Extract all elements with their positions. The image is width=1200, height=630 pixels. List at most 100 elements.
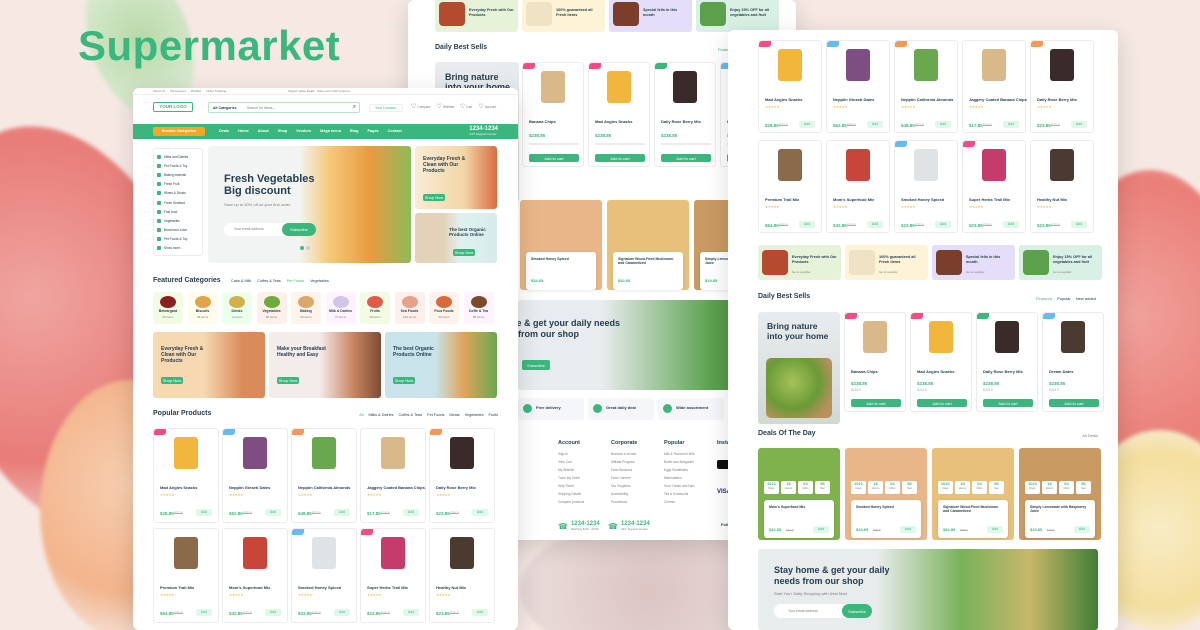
footer-link[interactable]: Tea & Kombucha: [664, 492, 688, 496]
popular-tab[interactable]: Fruits: [489, 413, 499, 417]
back-daily-card[interactable]: Banana Chips $238.85 Add to cart: [522, 62, 584, 167]
product-name[interactable]: Smoked Honey Spiced: [298, 585, 341, 590]
right-daily-card[interactable]: Dream Dates $238.85 $245.8 Add to cart: [1042, 312, 1104, 412]
deal-name[interactable]: Mom's Superfood Mix: [769, 505, 829, 509]
category-card[interactable]: Sea Foods 124 items: [394, 292, 425, 324]
featured-tab[interactable]: Cake & Milk: [231, 279, 251, 283]
category-card[interactable]: Vegetables 56 items: [256, 292, 287, 324]
right-product-card[interactable]: Smoked Honey Spiced ★★★★★ $23.85 $25.8 Add: [894, 140, 958, 233]
sidebar-category[interactable]: Bread and Juice: [157, 226, 199, 235]
back-deal-card[interactable]: Signature Wood-Fired Mushroom and Carame…: [613, 252, 683, 290]
footer-link[interactable]: Affiliate Program: [611, 460, 635, 464]
footer-link[interactable]: Sour Cream and Dips: [664, 484, 695, 488]
product-name[interactable]: Daily Rose Berry Mix: [983, 369, 1023, 374]
footer-link[interactable]: Our Suppliers: [611, 484, 631, 488]
add-button[interactable]: Add: [987, 526, 1003, 533]
featured-tab[interactable]: Pet Foods: [287, 279, 304, 283]
right-product-card[interactable]: Premium Trail Mix ★★★★★ $54.85 $55.8 Add: [758, 140, 822, 233]
category-card[interactable]: Baking 26 items: [291, 292, 321, 324]
product-name[interactable]: Mom's Superfood Mix: [833, 197, 874, 202]
back-daily-card[interactable]: Mad Angles Snacks $238.85 Add to cart: [588, 62, 650, 167]
footer-link[interactable]: Cheese: [664, 500, 675, 504]
product-name[interactable]: Dream Dates: [1049, 369, 1073, 374]
product-name[interactable]: Jaggery Coated Banana Chips: [367, 485, 425, 490]
add-to-cart-button[interactable]: Add to cart: [529, 154, 579, 162]
header-wishlist-button[interactable]: ♡ Wishlist: [437, 103, 454, 110]
right-product-card[interactable]: Mad Angles Snacks ★★★★★ $28.85 $32.8 Add: [758, 40, 822, 133]
category-card[interactable]: Four Foods 39 items: [429, 292, 459, 324]
right-daily-card[interactable]: Mad Angles Snacks $238.85 $245.8 Add to car…: [910, 312, 972, 412]
add-button[interactable]: Add: [813, 526, 829, 533]
product-card[interactable]: Nepplin Ginseti Dates ★★★★★ $52.85 $55.8 Add: [222, 428, 288, 523]
product-name[interactable]: Nepplin California Almonds: [901, 97, 953, 102]
featured-tab[interactable]: Vegetables: [310, 279, 329, 283]
popular-tab[interactable]: All: [359, 413, 363, 417]
browse-categories-button[interactable]: Browse Categories: [153, 127, 205, 136]
add-button[interactable]: Add: [867, 121, 883, 128]
product-name[interactable]: Super Herbs Trail Mix: [367, 585, 408, 590]
product-name[interactable]: Nepplin California Almonds: [298, 485, 350, 490]
product-name[interactable]: Mad Angles Snacks: [917, 369, 954, 374]
add-button[interactable]: Add: [1074, 526, 1090, 533]
sidebar-category[interactable]: Baking material: [157, 170, 199, 179]
right-email-field[interactable]: Your email address Subscribe: [774, 604, 872, 618]
product-card[interactable]: Jaggery Coated Banana Chips ★★★★★ $17.85 $1…: [360, 428, 426, 523]
product-name[interactable]: Daily Rose Berry Mix: [436, 485, 476, 490]
footer-link[interactable]: Help Ticket: [558, 484, 574, 488]
add-button[interactable]: Add: [935, 221, 951, 228]
nav-item[interactable]: About: [258, 129, 269, 133]
add-to-cart-button[interactable]: Add to cart: [1049, 399, 1099, 407]
footer-link[interactable]: Sign In: [558, 452, 568, 456]
product-name[interactable]: Smoked Honey Spiced: [901, 197, 944, 202]
hero-email-field[interactable]: Your email address Subscribe: [224, 223, 316, 236]
topbar-link[interactable]: About Us: [153, 89, 165, 93]
add-button[interactable]: Add: [1071, 121, 1087, 128]
logo[interactable]: YOUR LOGO: [153, 102, 193, 112]
back-deal-card[interactable]: Smoked Honey Spiced $34.85: [526, 252, 596, 290]
nav-item[interactable]: Mega menu: [320, 129, 341, 133]
footer-link[interactable]: Shipping Details: [558, 492, 581, 496]
all-deals-link[interactable]: All Deals: [1082, 433, 1098, 438]
product-name[interactable]: Premium Trail Mix: [160, 585, 194, 590]
right-daily-tab[interactable]: New added: [1076, 296, 1096, 301]
add-button[interactable]: Add: [403, 509, 419, 516]
add-button[interactable]: Add: [799, 221, 815, 228]
popular-tab[interactable]: Pet Foods: [427, 413, 444, 417]
footer-link[interactable]: My Wishlist: [558, 468, 574, 472]
product-card[interactable]: Smoked Honey Spiced ★★★★★ $23.85 $25.8 Add: [291, 528, 357, 623]
promo-banner-button[interactable]: Shop Now: [277, 377, 299, 384]
add-button[interactable]: Add: [334, 509, 350, 516]
topbar-link[interactable]: My Account: [170, 89, 186, 93]
product-name[interactable]: Banana Chips: [529, 119, 556, 124]
category-card[interactable]: Beteargard 26 items: [153, 292, 183, 324]
product-card[interactable]: Mom's Superfood Mix ★★★★★ $32.85 $33.8 Add: [222, 528, 288, 623]
right-daily-tab[interactable]: Featured: [1036, 296, 1052, 301]
right-product-card[interactable]: Jaggery Coated Banana Chips ★★★★★ $17.85 $1…: [962, 40, 1027, 133]
footer-link[interactable]: View Cart: [558, 460, 572, 464]
footer-link[interactable]: Farm Business: [611, 468, 632, 472]
product-name[interactable]: Nepplin Ginseti Dates: [833, 97, 874, 102]
category-card[interactable]: Coffe & Tea 85 items: [463, 292, 494, 324]
sidebar-category[interactable]: Fresh Seafood: [157, 198, 199, 207]
add-button[interactable]: Add: [265, 509, 281, 516]
product-name[interactable]: Daily Rose Berry Mix: [661, 119, 701, 124]
footer-link[interactable]: Promotions: [611, 500, 627, 504]
topbar-link[interactable]: Order Tracking: [206, 89, 226, 93]
nav-item[interactable]: Shop: [278, 129, 288, 133]
product-name[interactable]: Nepplin Ginseti Dates: [229, 485, 270, 490]
search-category[interactable]: All Categories: [213, 106, 237, 110]
sidebar-category[interactable]: Wines & Drinks: [157, 189, 199, 198]
deal-name[interactable]: Signature Wood-Fired Mushroom and Carame…: [943, 505, 1003, 513]
deal-name[interactable]: Simply Lemonade with Raspberry Juice: [1030, 505, 1090, 513]
footer-link[interactable]: Farm Careers: [611, 476, 631, 480]
right-daily-card[interactable]: Banana Chips $238.85 $245.8 Add to cart: [844, 312, 906, 412]
category-card[interactable]: Milk & Dairies 72 items: [325, 292, 356, 324]
right-daily-card[interactable]: Daily Rose Berry Mix $238.85 $245.8 Add to …: [976, 312, 1038, 412]
add-to-cart-button[interactable]: Add to cart: [917, 399, 967, 407]
deal-card[interactable]: Signature Wood-Fired Mushroom and Carame…: [938, 500, 1008, 538]
add-button[interactable]: Add: [935, 121, 951, 128]
footer-link[interactable]: Marmalades: [664, 476, 682, 480]
nav-item[interactable]: Blog: [350, 129, 358, 133]
search-input[interactable]: Search for items...: [247, 106, 275, 110]
product-card[interactable]: Daily Rose Berry Mix ★★★★★ $23.85 $25.8 Add: [429, 428, 495, 523]
